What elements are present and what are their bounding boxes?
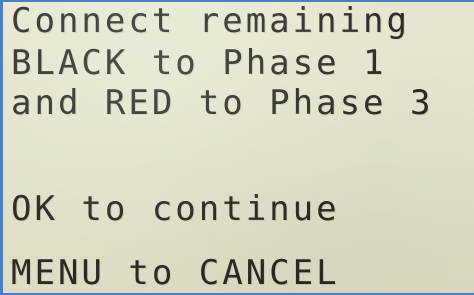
- lcd-display: Connect remaining BLACK to Phase 1 and R…: [0, 0, 474, 295]
- menu-cancel-prompt: MENU to CANCEL: [11, 253, 340, 293]
- instruction-line-3: and RED to Phase 3: [11, 83, 434, 123]
- ok-continue-prompt: OK to continue: [11, 189, 340, 229]
- instruction-line-2: BLACK to Phase 1: [11, 43, 387, 83]
- instruction-line-1: Connect remaining: [11, 1, 410, 41]
